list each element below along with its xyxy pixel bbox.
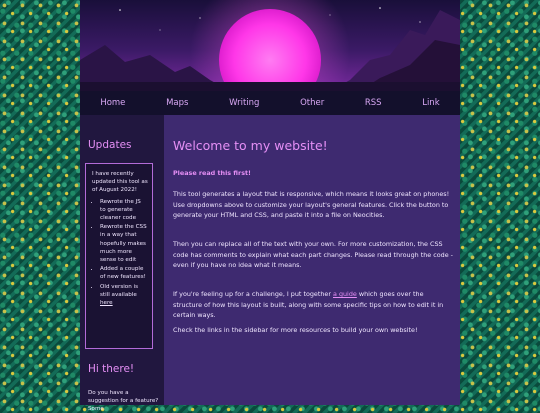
hi-there-heading: Hi there!: [88, 363, 135, 375]
nav-writing[interactable]: Writing: [229, 98, 259, 108]
page-container: Home Maps Writing Other RSS Link Updates…: [80, 0, 460, 412]
update-item: Rewrote the CSS in a way that hopefully …: [100, 223, 148, 264]
header-banner: [80, 0, 460, 91]
top-nav: Home Maps Writing Other RSS Link: [80, 91, 460, 115]
update-item-old-version: Old version is still available here: [100, 283, 148, 308]
paragraph-3-text: If you're feeling up for a challenge, I …: [173, 290, 333, 298]
page-title: Welcome to my website!: [173, 138, 328, 153]
nav-maps[interactable]: Maps: [166, 98, 188, 108]
nav-rss[interactable]: RSS: [365, 98, 382, 108]
paragraph-3: If you're feeling up for a challenge, I …: [173, 289, 453, 321]
paragraph-2: Then you can replace all of the text wit…: [173, 240, 453, 269]
updates-box: I have recently updated this tool as of …: [85, 163, 153, 349]
old-version-link[interactable]: here: [100, 300, 113, 306]
updates-heading: Updates: [88, 139, 132, 151]
paragraph-1: This tool generates a layout that is res…: [173, 190, 450, 219]
sidebar: Updates I have recently updated this too…: [80, 115, 164, 412]
synthwave-sunset-image: [80, 0, 460, 91]
updates-intro: I have recently updated this tool as of …: [92, 171, 148, 194]
nav-home[interactable]: Home: [100, 98, 125, 108]
nav-other[interactable]: Other: [300, 98, 324, 108]
nav-link[interactable]: Link: [422, 98, 439, 108]
old-version-text: Old version is still available: [100, 283, 139, 298]
updates-list: Rewrote the JS to generate cleaner code …: [92, 198, 148, 308]
update-item: Rewrote the JS to generate cleaner code: [100, 198, 148, 223]
update-item: Added a couple of new features!: [100, 265, 148, 281]
paragraph-4: Check the links in the sidebar for more …: [173, 326, 418, 334]
hi-there-text: Do you have a suggestion for a feature? …: [88, 390, 159, 412]
main-content: Welcome to my website! Please read this …: [164, 115, 460, 405]
guide-link[interactable]: a guide: [333, 290, 357, 298]
notice-text: Please read this first!: [173, 169, 251, 177]
